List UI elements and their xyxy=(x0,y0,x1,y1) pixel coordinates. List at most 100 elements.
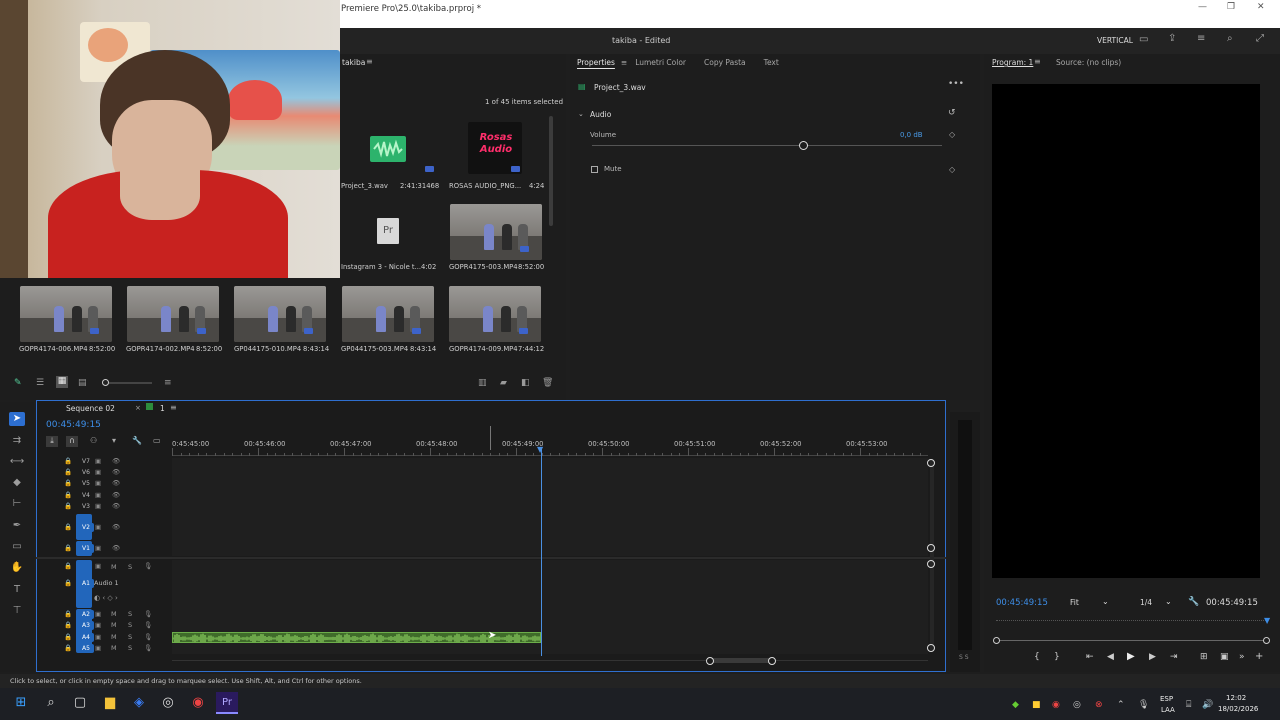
lock-icon[interactable]: 🔒 xyxy=(64,621,72,629)
sync-icon[interactable]: ▣ xyxy=(95,610,101,618)
obs-icon[interactable]: ◎ xyxy=(157,692,179,714)
razor-tool-icon[interactable]: ◆ xyxy=(9,476,25,490)
sync-icon[interactable]: ▣ xyxy=(95,457,101,465)
scrollbar[interactable] xyxy=(549,116,553,226)
more-options-icon[interactable]: ••• xyxy=(948,79,964,89)
menu-icon[interactable]: ≡ xyxy=(1197,33,1205,44)
lift-icon[interactable]: ⊞ xyxy=(1200,652,1208,662)
icon-view-icon[interactable]: ▦ xyxy=(56,376,68,388)
track-target-v4[interactable]: V4 xyxy=(78,491,94,500)
track-target-v6[interactable]: V6 xyxy=(78,468,94,477)
track-target-a4[interactable]: A4 xyxy=(78,633,94,642)
sequence-alt-tab[interactable]: 1 xyxy=(160,404,165,413)
freeform-view-icon[interactable]: ▤ xyxy=(78,378,87,388)
sync-icon[interactable]: ▣ xyxy=(95,479,101,487)
sync-icon[interactable]: ▣ xyxy=(95,644,101,652)
workspace-label[interactable]: VERTICAL xyxy=(1097,36,1133,45)
close-button[interactable]: ✕ xyxy=(1257,2,1265,12)
solo-button[interactable]: S xyxy=(128,563,132,571)
tab-program[interactable]: Program: 1 xyxy=(992,58,1033,67)
chevron-down-icon[interactable]: ⌄ xyxy=(1165,597,1172,606)
scroll-handle[interactable] xyxy=(927,544,935,552)
scroll-handle[interactable] xyxy=(927,560,935,568)
track-target-v3[interactable]: V3 xyxy=(78,502,94,511)
new-bin-icon[interactable]: ▰ xyxy=(500,378,507,388)
mute-button[interactable]: M xyxy=(111,563,117,571)
tab-copy-pasta[interactable]: Copy Pasta xyxy=(704,58,746,67)
tab-source[interactable]: Source: (no clips) xyxy=(1056,58,1121,67)
automate-icon[interactable]: ▥ xyxy=(478,378,487,388)
zoom-handle-right[interactable] xyxy=(1263,637,1270,644)
insert-nest-icon[interactable]: ⤓ xyxy=(46,436,58,447)
resolution-select[interactable]: 1/4 xyxy=(1140,598,1152,607)
sync-icon[interactable]: ▣ xyxy=(95,468,101,476)
tray-icon[interactable]: ■ xyxy=(1032,700,1041,710)
sequence-tab[interactable]: Sequence 02 xyxy=(66,404,115,413)
language-indicator[interactable]: ESP xyxy=(1160,695,1173,703)
mute-button[interactable]: M xyxy=(111,633,117,641)
mute-checkbox[interactable] xyxy=(591,166,598,173)
close-tab-icon[interactable]: × xyxy=(135,404,141,412)
lock-icon[interactable]: 🔒 xyxy=(64,633,72,641)
zoom-handle-left[interactable] xyxy=(993,637,1000,644)
play-button-icon[interactable]: ▶ xyxy=(1127,651,1135,662)
lock-icon[interactable]: 🔒 xyxy=(64,523,72,531)
scroll-handle[interactable] xyxy=(927,459,935,467)
clock-time[interactable]: 12:02 xyxy=(1226,694,1246,702)
zoom-handle-left[interactable] xyxy=(706,657,714,665)
linked-selection-icon[interactable]: ⚇ xyxy=(90,436,97,445)
sync-icon[interactable]: ▣ xyxy=(95,544,101,552)
keyframe-icon[interactable]: ◇ xyxy=(949,165,955,174)
eye-icon[interactable]: 👁 xyxy=(112,479,120,487)
volume-slider[interactable] xyxy=(592,145,942,146)
hand-tool-icon[interactable]: ✋ xyxy=(9,561,25,575)
solo-button[interactable]: S xyxy=(128,610,132,618)
horizontal-scrollbar[interactable] xyxy=(172,660,928,661)
search-icon[interactable]: ⌕ xyxy=(1227,33,1233,44)
lock-icon[interactable]: 🔒 xyxy=(64,457,72,465)
lock-icon[interactable]: 🔒 xyxy=(64,479,72,487)
lock-icon[interactable]: 🔒 xyxy=(64,610,72,618)
tab-menu-icon[interactable]: ≡ xyxy=(170,403,177,412)
tab-properties[interactable]: Properties xyxy=(577,58,615,67)
timeline-timecode[interactable]: 00:45:49:15 xyxy=(46,420,101,430)
eye-icon[interactable]: 👁 xyxy=(112,523,120,531)
zoom-slider[interactable] xyxy=(102,382,152,384)
fit-select[interactable]: Fit xyxy=(1070,598,1079,607)
lock-icon[interactable]: 🔒 xyxy=(64,562,72,570)
zoom-handle-right[interactable] xyxy=(768,657,776,665)
network-icon[interactable]: ⌸ xyxy=(1186,700,1191,710)
sort-icon[interactable]: ≡ xyxy=(164,378,172,388)
fullscreen-icon[interactable]: ⤢ xyxy=(1256,33,1264,44)
lock-icon[interactable]: 🔒 xyxy=(64,544,72,552)
audio-clip[interactable] xyxy=(172,632,541,643)
tab-text[interactable]: Text xyxy=(764,58,779,67)
eye-icon[interactable]: 👁 xyxy=(112,491,120,499)
sync-icon[interactable]: ▣ xyxy=(95,523,101,531)
playhead-marker-icon[interactable]: ▼ xyxy=(537,445,543,454)
track-target-a5[interactable]: A5 xyxy=(78,644,94,653)
share-icon[interactable]: ⇪ xyxy=(1168,33,1176,44)
mic-icon[interactable]: 🎙 xyxy=(144,610,152,618)
search-icon[interactable]: ⌕ xyxy=(40,692,62,714)
pen-tool-icon[interactable]: ✒ xyxy=(9,519,25,533)
eye-icon[interactable]: 👁 xyxy=(112,502,120,510)
meter-solo-labels[interactable]: S S xyxy=(959,654,969,661)
premiere-icon[interactable]: Pr xyxy=(216,692,238,714)
lock-icon[interactable]: 🔒 xyxy=(64,502,72,510)
panel-icon[interactable]: ▭ xyxy=(1139,34,1148,45)
chevron-down-icon[interactable]: ⌄ xyxy=(578,110,584,118)
audio-file-icon[interactable] xyxy=(370,136,406,162)
selection-tool-icon[interactable]: ➤ xyxy=(9,412,25,426)
scroll-handle[interactable] xyxy=(927,644,935,652)
mute-button[interactable]: M xyxy=(111,644,117,652)
windows-start-icon[interactable]: ⊞ xyxy=(10,692,32,714)
av-divider[interactable] xyxy=(36,557,946,559)
tab-menu-icon[interactable]: ≡ xyxy=(366,57,373,66)
mute-button[interactable]: M xyxy=(111,610,117,618)
track-target-v2[interactable]: V2 xyxy=(78,523,94,532)
snap-icon[interactable]: ∩ xyxy=(66,436,78,447)
track-target-v1[interactable]: V1 xyxy=(78,544,94,553)
chrome-icon[interactable]: ◉ xyxy=(187,692,209,714)
go-to-in-icon[interactable]: ⇤ xyxy=(1086,652,1094,662)
